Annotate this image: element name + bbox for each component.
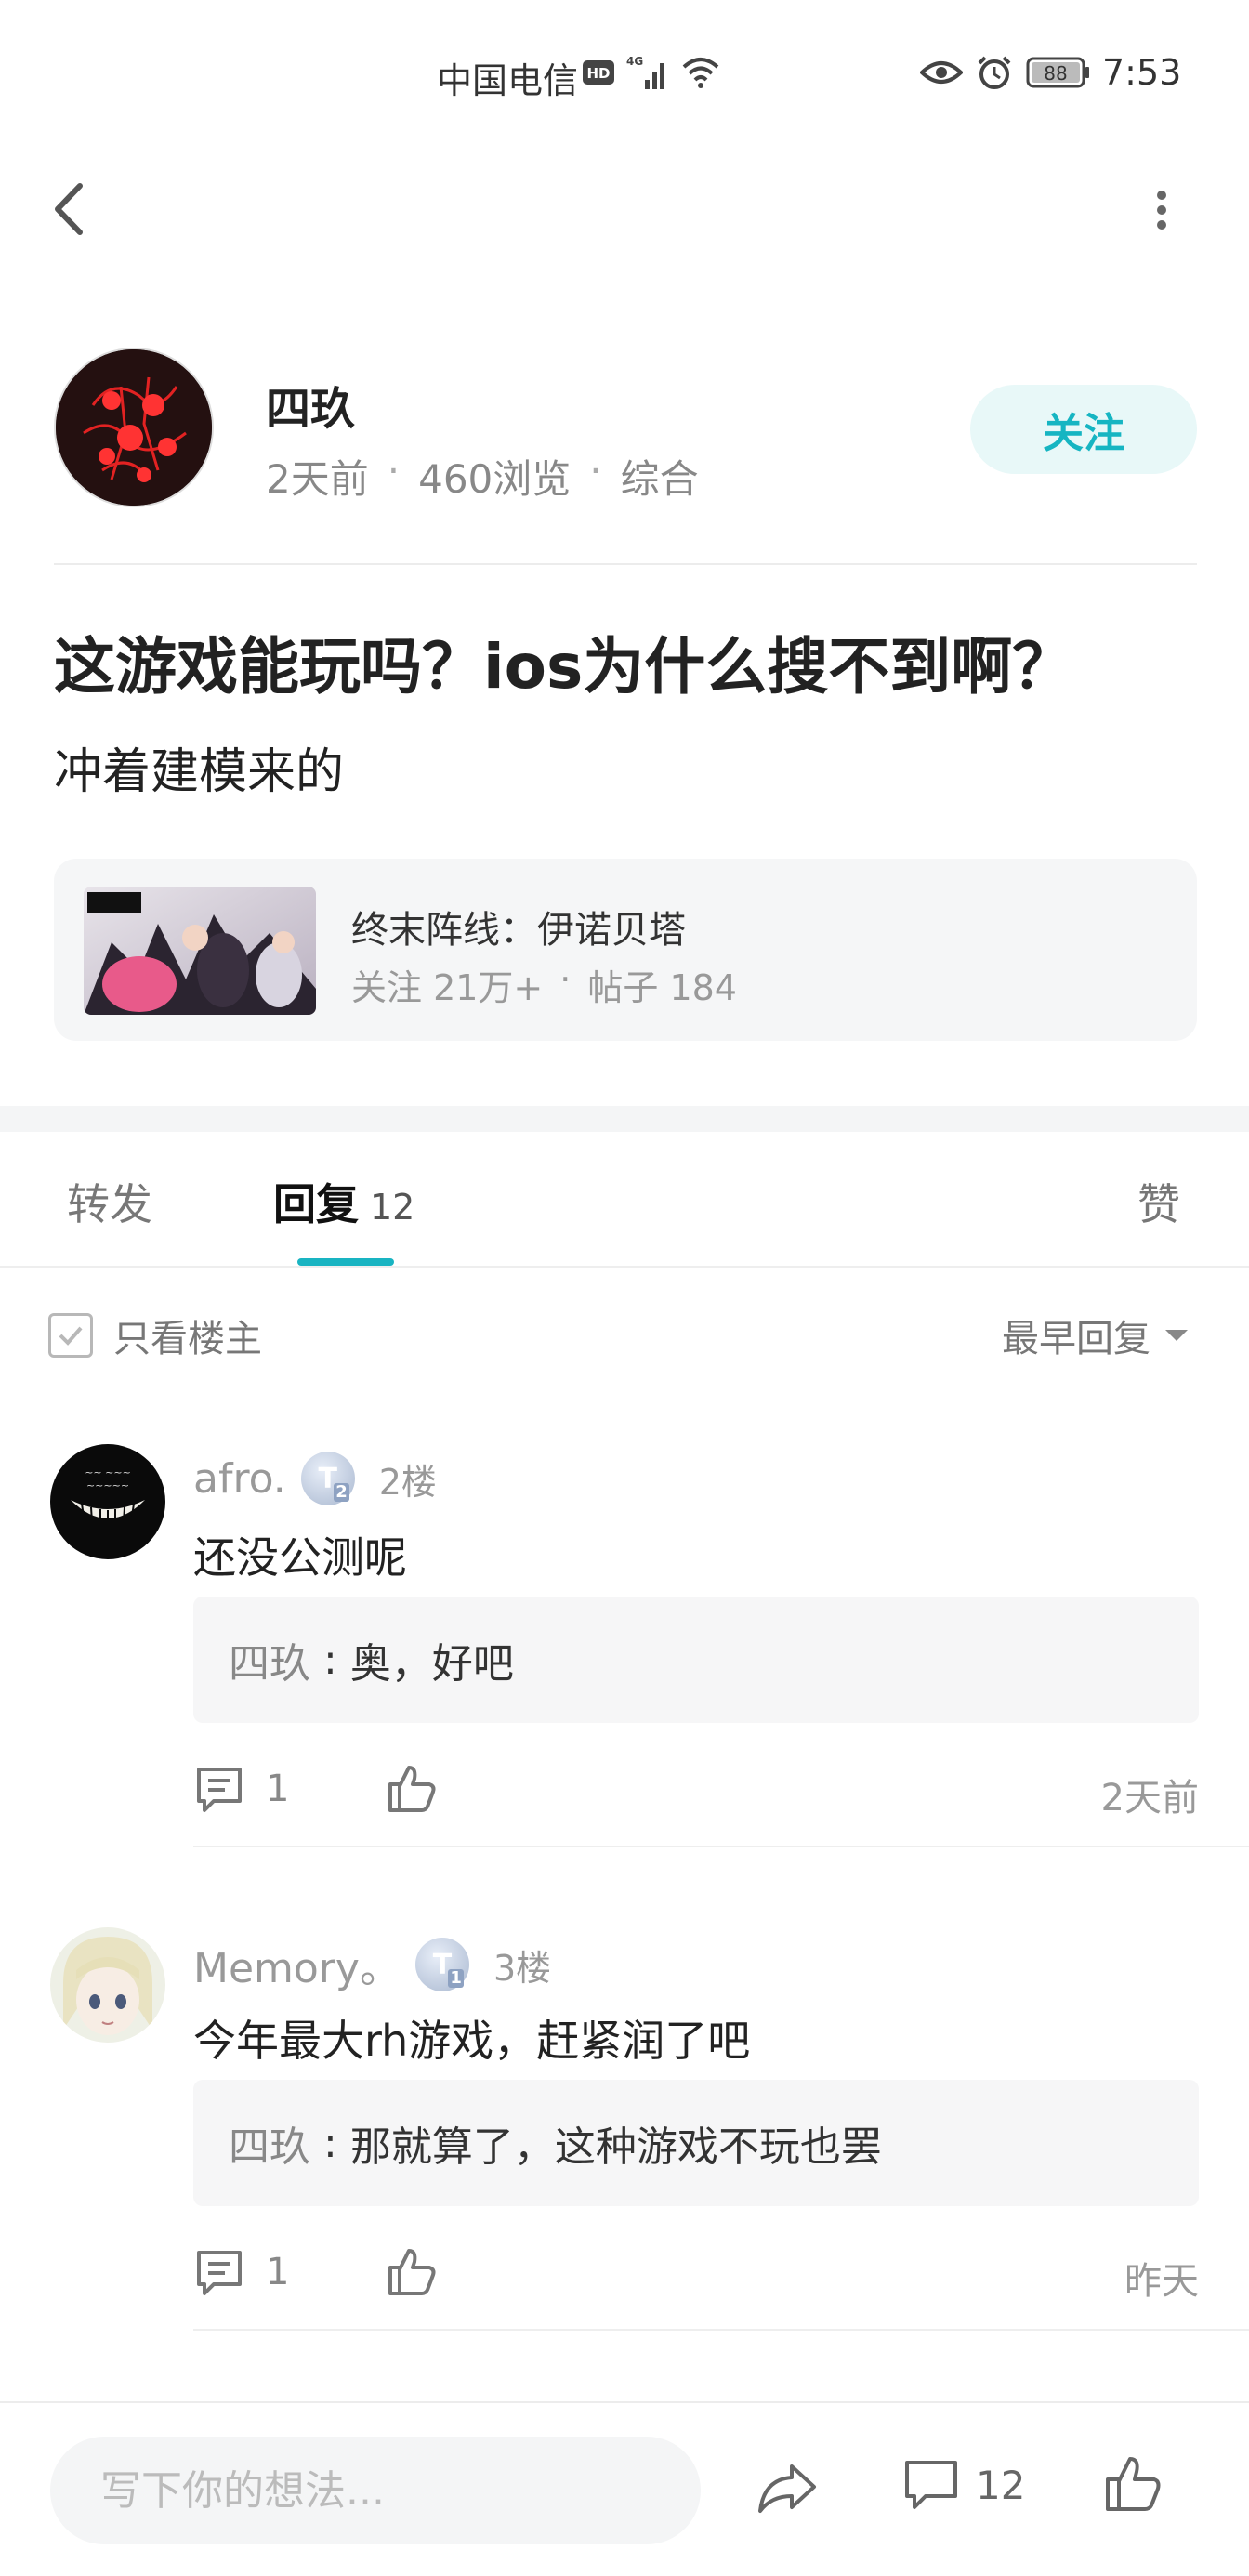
comment-text[interactable]: 还没公测呢: [193, 1524, 407, 1585]
eye-icon: [920, 61, 963, 84]
sort-label: 最早回复: [1002, 1318, 1150, 1360]
divider: [193, 2329, 1249, 2331]
wifi-icon: [682, 58, 719, 88]
alarm-icon: [978, 56, 1011, 89]
sub-reply[interactable]: 四玖 : 那就算了，这种游戏不玩也罢: [193, 2080, 1199, 2206]
tab-like[interactable]: 赞: [1137, 1171, 1180, 1232]
reply-count: 1: [266, 2251, 290, 2293]
only-op-checkbox[interactable]: [48, 1313, 93, 1358]
thumbs-up-icon[interactable]: [1102, 2453, 1164, 2515]
share-icon[interactable]: [755, 2459, 820, 2518]
status-bar: 中国电信 HD 4G 88 7:53: [0, 0, 1249, 139]
battery-icon: 88: [1026, 57, 1089, 88]
commenter-name[interactable]: Memory。: [193, 1935, 401, 1994]
floor-number: 2楼: [378, 1461, 437, 1503]
badge-level: 2: [334, 1482, 349, 1502]
comment-text[interactable]: 今年最大rh游戏，赶紧润了吧: [193, 2007, 750, 2069]
tab-forward[interactable]: 转发: [67, 1171, 152, 1232]
meta-separator: ·: [387, 448, 401, 493]
thumbs-up-icon[interactable]: [385, 2245, 439, 2299]
meta-separator: ·: [589, 448, 602, 493]
bottom-action-bar: 12: [0, 2401, 1249, 2576]
tab-reply[interactable]: 回复 12: [273, 1171, 414, 1232]
level-badge-icon: T2: [300, 1452, 355, 1505]
commenter-avatar[interactable]: ~~ ~~~ ~~~~~: [50, 1444, 165, 1559]
sub-reply-colon: :: [323, 1636, 337, 1684]
active-tab-indicator: [297, 1258, 394, 1266]
follow-button[interactable]: 关注: [970, 385, 1197, 474]
game-card[interactable]: 终末阵线：伊诺贝塔 关注 21万+ · 帖子 184: [54, 859, 1197, 1041]
comment-input[interactable]: [50, 2437, 701, 2544]
commenter-name[interactable]: afro.: [193, 1455, 286, 1503]
comment-actions: 1 2天前: [193, 1758, 1199, 1823]
comment-actions: 1 昨天: [193, 2241, 1199, 2307]
more-options-icon[interactable]: [1143, 182, 1180, 238]
game-stats: 关注 21万+ · 帖子 184: [351, 959, 737, 1010]
post-category[interactable]: 综合: [621, 448, 699, 505]
tab-reply-label: 回复: [273, 1179, 359, 1229]
comment-icon[interactable]: [901, 2455, 961, 2515]
badge-level: 1: [448, 1968, 464, 1988]
level-badge-icon: T1: [414, 1938, 469, 1991]
sub-reply-user[interactable]: 四玖: [229, 1630, 310, 1689]
floor-number: 3楼: [493, 1947, 552, 1989]
tab-reply-count: 12: [370, 1187, 415, 1228]
thumbs-up-icon[interactable]: [385, 1762, 439, 1816]
comment-time: 2天前: [1100, 1777, 1199, 1820]
sub-reply-user[interactable]: 四玖: [229, 2113, 310, 2173]
commenter-avatar[interactable]: [50, 1927, 165, 2043]
post-meta: 2天前 · 460浏览 · 综合: [266, 448, 699, 505]
comment-header: Memory。 T1 3楼: [193, 1935, 551, 1994]
sort-dropdown[interactable]: 最早回复: [1002, 1308, 1190, 1362]
author-name[interactable]: 四玖: [266, 372, 355, 437]
reply-count: 1: [266, 1768, 290, 1810]
post-title: 这游戏能玩吗？ios为什么搜不到啊？: [54, 631, 1074, 703]
divider: [0, 1266, 1249, 1268]
post-body: 冲着建模来的: [54, 744, 345, 800]
sub-reply-text: 那就算了，这种游戏不玩也罢: [349, 2123, 882, 2171]
battery-level: 88: [1044, 62, 1067, 85]
only-op-label: 只看楼主: [113, 1318, 262, 1360]
svg-text:~~ ~~~: ~~ ~~~: [85, 1466, 131, 1479]
stats-separator: ·: [559, 959, 572, 1000]
comment-time: 昨天: [1124, 2260, 1199, 2303]
game-posts: 帖子 184: [587, 967, 737, 1008]
sub-reply[interactable]: 四玖 : 奥，好吧: [193, 1597, 1199, 1723]
author-avatar[interactable]: [54, 348, 214, 507]
svg-text:HD: HD: [586, 65, 610, 82]
view-count: 460浏览: [418, 456, 572, 502]
comment-icon[interactable]: [193, 1764, 245, 1816]
game-name: 终末阵线：伊诺贝塔: [351, 909, 686, 952]
clock-time: 7:53: [1102, 52, 1182, 93]
comment-count: 12: [976, 2463, 1026, 2508]
hd-icon: HD: [583, 60, 614, 85]
back-arrow-icon[interactable]: [45, 177, 91, 242]
svg-text:4G: 4G: [626, 55, 643, 68]
svg-text:~~~~~: ~~~~~: [86, 1479, 129, 1492]
signal-icon: 4G: [626, 55, 664, 89]
checkmark-icon: [59, 1326, 83, 1346]
game-followers: 关注 21万+: [351, 967, 544, 1008]
only-op-toggle[interactable]: 只看楼主: [48, 1308, 262, 1362]
post-time: 2天前: [266, 456, 369, 502]
carrier-label: 中国电信: [437, 60, 579, 101]
caret-down-icon: [1165, 1330, 1188, 1341]
sub-reply-text: 奥，好吧: [349, 1640, 514, 1688]
divider: [193, 1846, 1249, 1847]
section-gap: [0, 1106, 1249, 1132]
divider: [54, 563, 1197, 565]
comment-icon[interactable]: [193, 2247, 245, 2299]
comment-header: afro. T2 2楼: [193, 1452, 437, 1505]
sub-reply-colon: :: [323, 2119, 337, 2167]
game-thumbnail: [84, 887, 316, 1015]
